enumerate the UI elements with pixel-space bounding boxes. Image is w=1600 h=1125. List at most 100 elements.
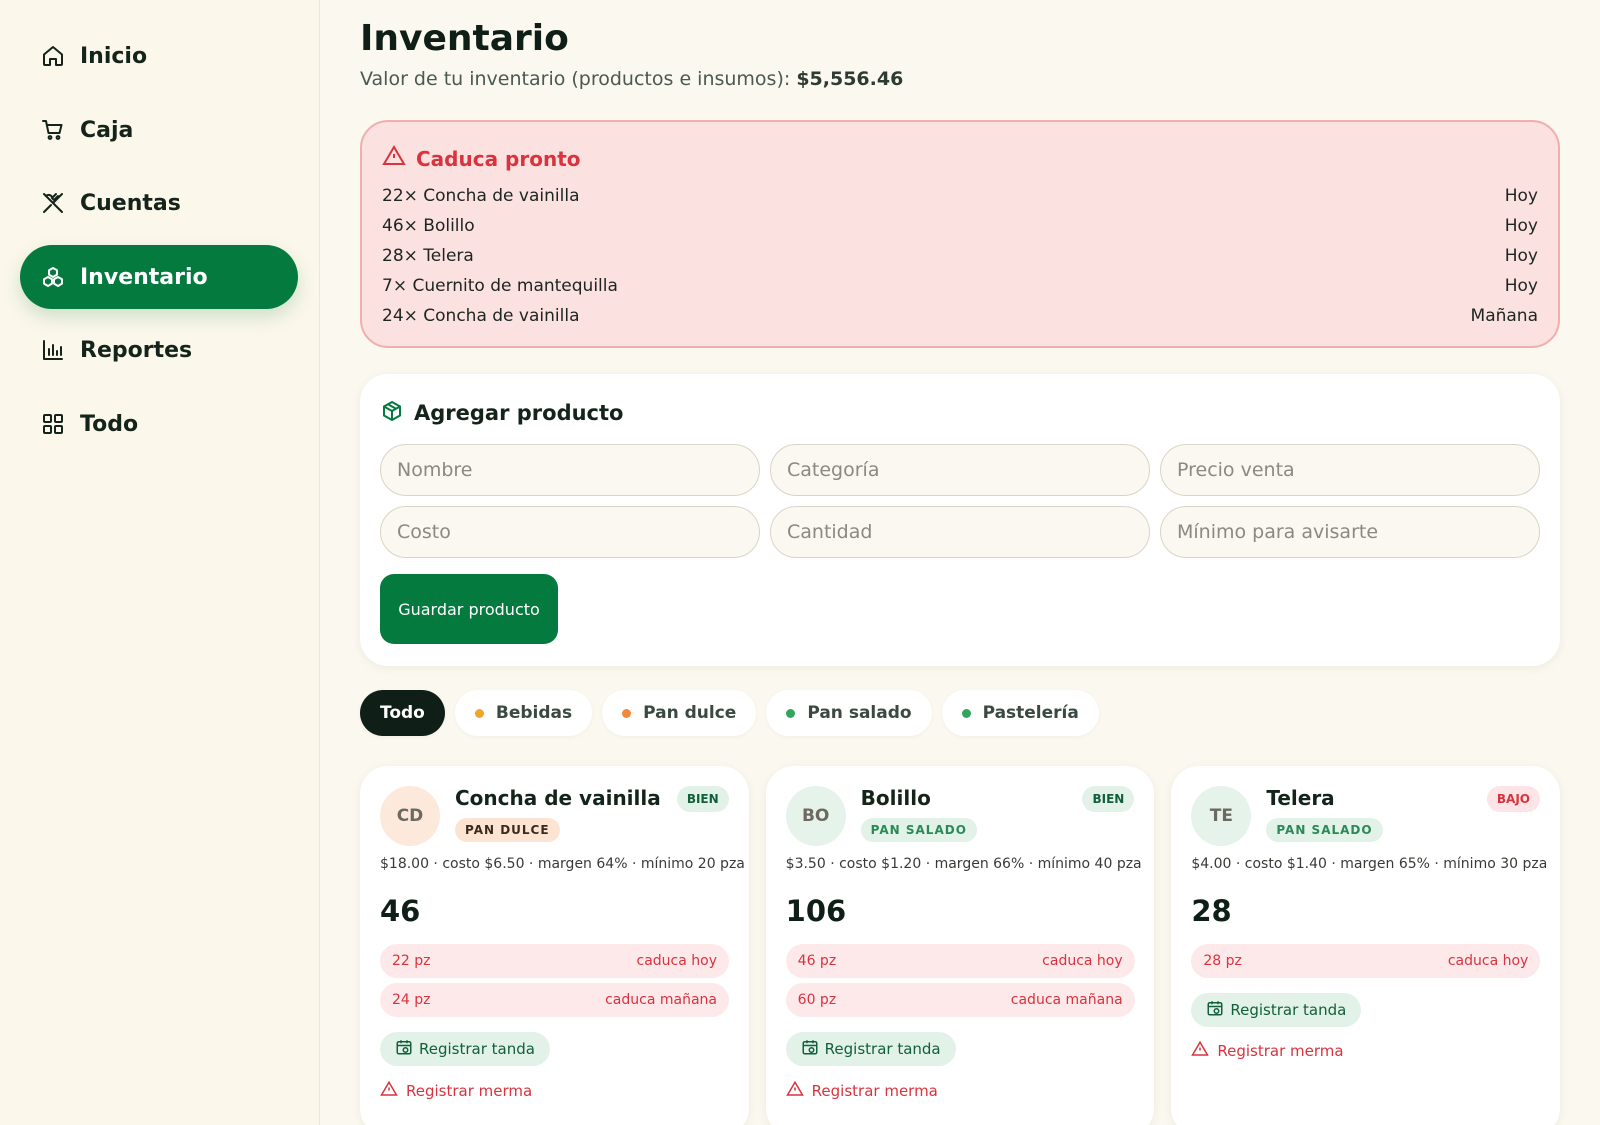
warning-triangle-icon bbox=[785, 1080, 812, 1102]
expiration-when: caduca hoy bbox=[1042, 953, 1123, 969]
filter-label: Pan dulce bbox=[643, 703, 737, 723]
status-badge: BIEN bbox=[1082, 786, 1135, 812]
sidebar-item-label: Cuentas bbox=[80, 190, 181, 216]
alert-item: 46× Bolillo bbox=[382, 216, 475, 236]
filter-label: Pan salado bbox=[807, 703, 912, 723]
sidebar-item-cuentas[interactable]: Cuentas bbox=[20, 171, 298, 235]
register-batch-label: Registrar tanda bbox=[419, 1040, 535, 1058]
product-quantity: 106 bbox=[785, 894, 847, 928]
add-product-card: Agregar producto Guardar producto bbox=[360, 374, 1560, 666]
product-quantity: 46 bbox=[380, 894, 421, 928]
expiration-qty: 28 pz bbox=[1203, 953, 1242, 969]
costo-input[interactable] bbox=[380, 506, 760, 558]
expiration-row: 28 pz caduca hoy bbox=[1191, 944, 1541, 978]
alert-row: 7× Cuernito de mantequilla Hoy bbox=[382, 271, 1538, 301]
category-badge: PAN SALADO bbox=[1266, 818, 1383, 842]
alert-item: 28× Telera bbox=[382, 246, 474, 266]
register-batch-button[interactable]: Registrar tanda bbox=[1191, 993, 1362, 1027]
register-batch-label: Registrar tanda bbox=[1230, 1001, 1347, 1019]
product-name: Telera bbox=[1266, 786, 1335, 810]
alert-when: Hoy bbox=[1504, 276, 1538, 296]
expiration-when: caduca mañana bbox=[605, 992, 717, 1008]
expiration-when: caduca hoy bbox=[1447, 953, 1529, 969]
register-waste-link[interactable]: Registrar merma bbox=[380, 1080, 532, 1102]
alert-title: Caduca pronto bbox=[416, 146, 581, 171]
sidebar-item-caja[interactable]: Caja bbox=[20, 98, 298, 162]
expiration-qty: 46 pz bbox=[797, 953, 837, 969]
category-dot bbox=[474, 708, 484, 718]
expiring-soon-alert: Caduca pronto 22× Concha de vainilla Hoy … bbox=[360, 120, 1560, 348]
add-product-header: Agregar producto bbox=[380, 398, 1540, 428]
expiration-row: 46 pz caduca hoy bbox=[785, 944, 1135, 978]
alert-header: Caduca pronto bbox=[382, 144, 1538, 173]
alert-when: Hoy bbox=[1504, 216, 1538, 236]
product-name: Concha de vainilla bbox=[455, 786, 661, 810]
product-card: CD Concha de vainilla PAN DULCE BIEN $18… bbox=[360, 766, 749, 1125]
alert-row: 28× Telera Hoy bbox=[382, 241, 1538, 271]
categoria-input[interactable] bbox=[770, 444, 1150, 496]
status-badge: BAJO bbox=[1486, 786, 1541, 812]
warning-triangle-icon bbox=[1191, 1040, 1217, 1062]
warning-triangle-icon bbox=[380, 1080, 406, 1102]
inventory-value: $5,556.46 bbox=[796, 68, 904, 90]
product-meta: $4.00 · costo $1.40 · margen 65% · mínim… bbox=[1191, 856, 1548, 872]
bar-chart-icon bbox=[40, 337, 66, 363]
alert-row: 22× Concha de vainilla Hoy bbox=[382, 181, 1538, 211]
expiration-row: 22 pz caduca hoy bbox=[380, 944, 729, 978]
expiration-qty: 22 pz bbox=[392, 953, 431, 969]
precio-venta-input[interactable] bbox=[1160, 444, 1540, 496]
filter-chip-pan-dulce[interactable]: Pan dulce bbox=[602, 690, 757, 736]
register-waste-link[interactable]: Registrar merma bbox=[785, 1080, 938, 1102]
cart-icon bbox=[40, 117, 66, 143]
save-product-button[interactable]: Guardar producto bbox=[380, 574, 558, 644]
expiration-row: 60 pz caduca mañana bbox=[785, 983, 1135, 1017]
warning-triangle-icon bbox=[382, 144, 416, 173]
category-badge: PAN SALADO bbox=[860, 818, 977, 842]
category-dot bbox=[786, 708, 796, 718]
filter-label: Pastelería bbox=[982, 703, 1079, 723]
sidebar-item-label: Caja bbox=[80, 117, 134, 143]
product-avatar: BO bbox=[785, 786, 846, 846]
nombre-input[interactable] bbox=[380, 444, 760, 496]
register-batch-button[interactable]: Registrar tanda bbox=[785, 1032, 956, 1066]
register-waste-link[interactable]: Registrar merma bbox=[1191, 1040, 1344, 1062]
sidebar-item-inventario[interactable]: Inventario bbox=[20, 245, 298, 309]
filter-chip-todo[interactable]: Todo bbox=[360, 690, 445, 736]
product-card: TE Telera PAN SALADO BAJO $4.00 · costo … bbox=[1171, 766, 1561, 1125]
package-plus-icon bbox=[380, 399, 414, 428]
sidebar-item-reportes[interactable]: Reportes bbox=[20, 318, 298, 382]
filter-chip-pan-salado[interactable]: Pan salado bbox=[766, 690, 932, 736]
sidebar-item-todo[interactable]: Todo bbox=[20, 392, 298, 456]
expiration-row: 24 pz caduca mañana bbox=[380, 983, 729, 1017]
filter-chip-pasteleria[interactable]: Pastelería bbox=[941, 690, 1099, 736]
alert-when: Hoy bbox=[1504, 186, 1538, 206]
status-badge: BIEN bbox=[676, 786, 729, 812]
sidebar-item-label: Inicio bbox=[80, 43, 148, 69]
filter-label: Todo bbox=[380, 703, 425, 723]
inventory-value-line: Valor de tu inventario (productos e insu… bbox=[360, 68, 903, 90]
expiration-when: caduca hoy bbox=[636, 953, 718, 969]
product-name: Bolillo bbox=[860, 786, 931, 810]
sidebar: Inicio Caja Cuentas Inventario Reportes … bbox=[0, 0, 320, 1125]
alert-item: 22× Concha de vainilla bbox=[382, 186, 580, 206]
product-meta: $3.50 · costo $1.20 · margen 66% · mínim… bbox=[785, 856, 1142, 872]
inventory-value-label: Valor de tu inventario (productos e insu… bbox=[360, 68, 797, 90]
sidebar-item-label: Todo bbox=[80, 411, 139, 437]
cantidad-input[interactable] bbox=[770, 506, 1150, 558]
product-avatar: CD bbox=[380, 786, 440, 846]
expiration-when: caduca mañana bbox=[1010, 992, 1123, 1008]
home-icon bbox=[40, 43, 66, 69]
minimo-input[interactable] bbox=[1160, 506, 1540, 558]
alert-when: Hoy bbox=[1504, 246, 1538, 266]
alert-row: 46× Bolillo Hoy bbox=[382, 211, 1538, 241]
filter-label: Bebidas bbox=[495, 703, 573, 723]
add-product-title: Agregar producto bbox=[414, 401, 624, 425]
grid-icon bbox=[40, 411, 66, 437]
alert-item: 7× Cuernito de mantequilla bbox=[382, 276, 618, 296]
register-batch-button[interactable]: Registrar tanda bbox=[380, 1032, 550, 1066]
sidebar-item-inicio[interactable]: Inicio bbox=[20, 24, 298, 88]
boxes-icon bbox=[40, 264, 66, 290]
calendar-plus-icon bbox=[801, 1038, 825, 1060]
product-quantity: 28 bbox=[1191, 894, 1232, 928]
filter-chip-bebidas[interactable]: Bebidas bbox=[454, 690, 593, 736]
